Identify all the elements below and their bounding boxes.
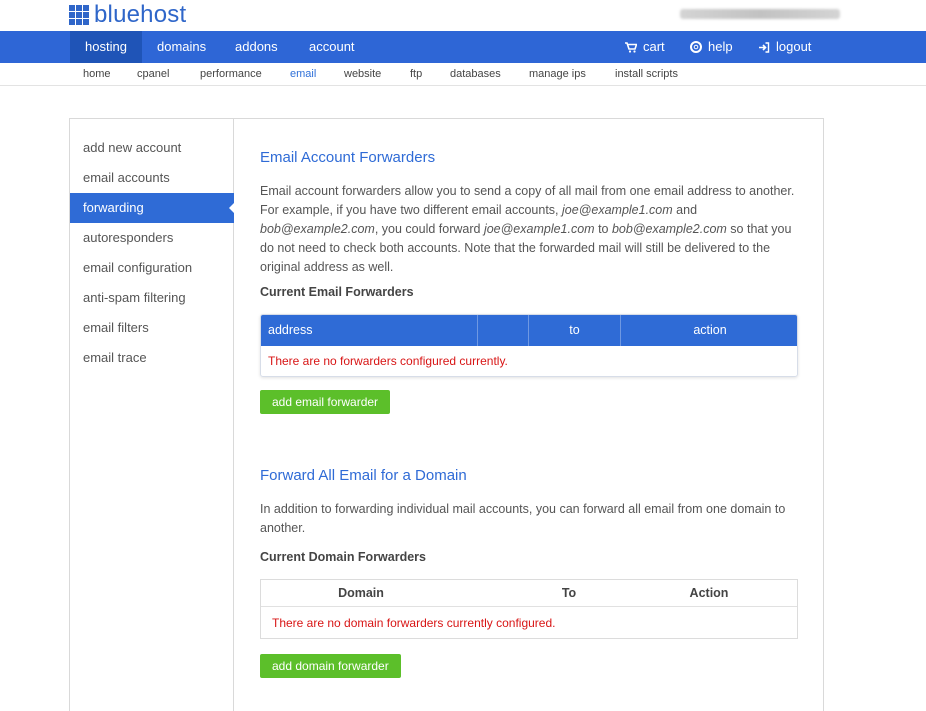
nav-logout-label: logout [776, 39, 812, 54]
domain-forward-title: Forward All Email for a Domain [260, 467, 467, 484]
col-to[interactable]: to [529, 315, 621, 346]
sub-nav: home cpanel performance email website ft… [0, 63, 926, 86]
email-forwarders-table: address to action There are no forwarder… [260, 314, 798, 377]
col-action: action [693, 323, 727, 337]
sidebar-item-email-accounts[interactable]: email accounts [70, 163, 234, 193]
account-user-blurred[interactable] [680, 9, 840, 19]
current-email-forwarders-heading: Current Email Forwarders [260, 285, 414, 299]
no-domain-forwarders-message: There are no domain forwarders currently… [272, 616, 556, 630]
nav-cart-label: cart [643, 39, 665, 54]
sidebar-item-anti-spam-filtering[interactable]: anti-spam filtering [70, 283, 234, 313]
bluehost-logo[interactable]: bluehost [69, 1, 187, 28]
sidebar: add new account email accounts forwardin… [70, 119, 235, 711]
subnav-ftp[interactable]: ftp [410, 68, 422, 80]
nav-help[interactable]: help [675, 31, 748, 63]
sidebar-item-email-filters[interactable]: email filters [70, 313, 234, 343]
sidebar-item-add-new-account[interactable]: add new account [70, 133, 234, 163]
nav-addons[interactable]: addons [220, 31, 293, 63]
logout-icon [759, 41, 770, 53]
subnav-cpanel[interactable]: cpanel [137, 68, 169, 80]
current-domain-forwarders-heading: Current Domain Forwarders [260, 550, 427, 564]
table-header: address to action [261, 315, 797, 346]
add-domain-forwarder-button[interactable]: add domain forwarder [260, 654, 401, 678]
header: bluehost [0, 0, 926, 31]
email-forwarders-description: Email account forwarders allow you to se… [260, 184, 795, 274]
col-domain: Domain [338, 586, 384, 600]
nav-hosting[interactable]: hosting [70, 31, 142, 63]
subnav-home[interactable]: home [83, 68, 111, 80]
nav-logout[interactable]: logout [743, 31, 826, 63]
col-to: To [561, 586, 577, 600]
add-email-forwarder-button[interactable]: add email forwarder [260, 390, 391, 414]
cart-icon [625, 41, 637, 53]
email-forwarders-title: Email Account Forwarders [260, 149, 436, 166]
col-spacer [478, 315, 529, 346]
sidebar-item-forwarding[interactable]: forwarding [70, 193, 235, 223]
sidebar-item-email-trace[interactable]: email trace [70, 343, 234, 373]
subnav-email[interactable]: email [290, 68, 316, 80]
email-panel: add new account email accounts forwardin… [69, 118, 824, 711]
subnav-databases[interactable]: databases [450, 68, 501, 80]
domain-forward-description: In addition to forwarding individual mai… [260, 502, 786, 535]
subnav-performance[interactable]: performance [200, 68, 262, 80]
nav-cart[interactable]: cart [610, 31, 680, 63]
subnav-install-scripts[interactable]: install scripts [615, 68, 678, 80]
sidebar-item-email-configuration[interactable]: email configuration [70, 253, 234, 283]
col-action: Action [689, 586, 729, 600]
no-forwarders-message: There are no forwarders configured curre… [268, 354, 508, 368]
logo-grid-icon [69, 5, 89, 25]
table-divider [261, 606, 797, 607]
sidebar-item-autoresponders[interactable]: autoresponders [70, 223, 234, 253]
subnav-website[interactable]: website [344, 68, 381, 80]
logo-text: bluehost [94, 1, 187, 28]
main-nav: hosting domains addons account cart help… [0, 31, 926, 63]
domain-forwarders-table: Domain To Action There are no domain for… [260, 579, 798, 639]
col-address[interactable]: address [261, 315, 478, 346]
nav-help-label: help [708, 39, 733, 54]
subnav-manage-ips[interactable]: manage ips [529, 68, 586, 80]
lifebuoy-icon [690, 41, 702, 53]
nav-domains[interactable]: domains [142, 31, 221, 63]
nav-account[interactable]: account [294, 31, 370, 63]
